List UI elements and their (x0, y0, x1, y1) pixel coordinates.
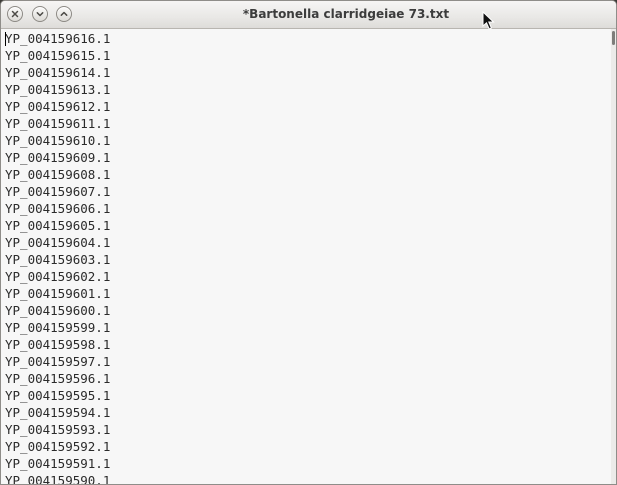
text-line[interactable]: YP_004159599.1 (5, 319, 605, 336)
text-line[interactable]: YP_004159603.1 (5, 251, 605, 268)
mouse-pointer-icon (482, 11, 495, 30)
maximize-button[interactable] (56, 6, 72, 22)
text-line[interactable]: YP_004159606.1 (5, 200, 605, 217)
text-line[interactable]: YP_004159608.1 (5, 166, 605, 183)
text-line[interactable]: YP_004159612.1 (5, 98, 605, 115)
chevron-down-icon (36, 12, 44, 17)
text-line[interactable]: YP_004159590.1 (5, 472, 605, 484)
text-line[interactable]: YP_004159607.1 (5, 183, 605, 200)
text-line[interactable]: YP_004159593.1 (5, 421, 605, 438)
text-line[interactable]: YP_004159595.1 (5, 387, 605, 404)
text-line[interactable]: YP_004159609.1 (5, 149, 605, 166)
text-line[interactable]: YP_004159614.1 (5, 64, 605, 81)
text-line[interactable]: YP_004159592.1 (5, 438, 605, 455)
text-line[interactable]: YP_004159594.1 (5, 404, 605, 421)
text-line[interactable]: YP_004159596.1 (5, 370, 605, 387)
text-line[interactable]: YP_004159613.1 (5, 81, 605, 98)
text-line[interactable]: YP_004159615.1 (5, 47, 605, 64)
text-caret (5, 32, 6, 46)
vertical-scrollbar[interactable] (611, 29, 616, 484)
text-line[interactable]: YP_004159604.1 (5, 234, 605, 251)
text-line[interactable]: YP_004159610.1 (5, 132, 605, 149)
text-line[interactable]: YP_004159616.1 (5, 30, 605, 47)
scrollbar-thumb[interactable] (612, 31, 615, 45)
title-bar[interactable]: *Bartonella clarridgeiae 73.txt (1, 1, 616, 30)
text-line[interactable]: YP_004159591.1 (5, 455, 605, 472)
close-icon (11, 10, 19, 18)
text-line[interactable]: YP_004159605.1 (5, 217, 605, 234)
text-line[interactable]: YP_004159597.1 (5, 353, 605, 370)
minimize-button[interactable] (32, 6, 48, 22)
chevron-up-icon (60, 11, 68, 16)
text-line[interactable]: YP_004159600.1 (5, 302, 605, 319)
text-line[interactable]: YP_004159602.1 (5, 268, 605, 285)
text-editor-window: *Bartonella clarridgeiae 73.txt YP_00415… (0, 0, 617, 485)
text-line[interactable]: YP_004159601.1 (5, 285, 605, 302)
text-editor[interactable]: YP_004159616.1 YP_004159615.1 YP_004159614… (1, 29, 616, 484)
close-button[interactable] (7, 6, 23, 22)
text-line[interactable]: YP_004159611.1 (5, 115, 605, 132)
window-title: *Bartonella clarridgeiae 73.txt (242, 7, 450, 21)
text-line[interactable]: YP_004159598.1 (5, 336, 605, 353)
text-content[interactable]: YP_004159616.1 YP_004159615.1 YP_004159614… (5, 30, 605, 484)
